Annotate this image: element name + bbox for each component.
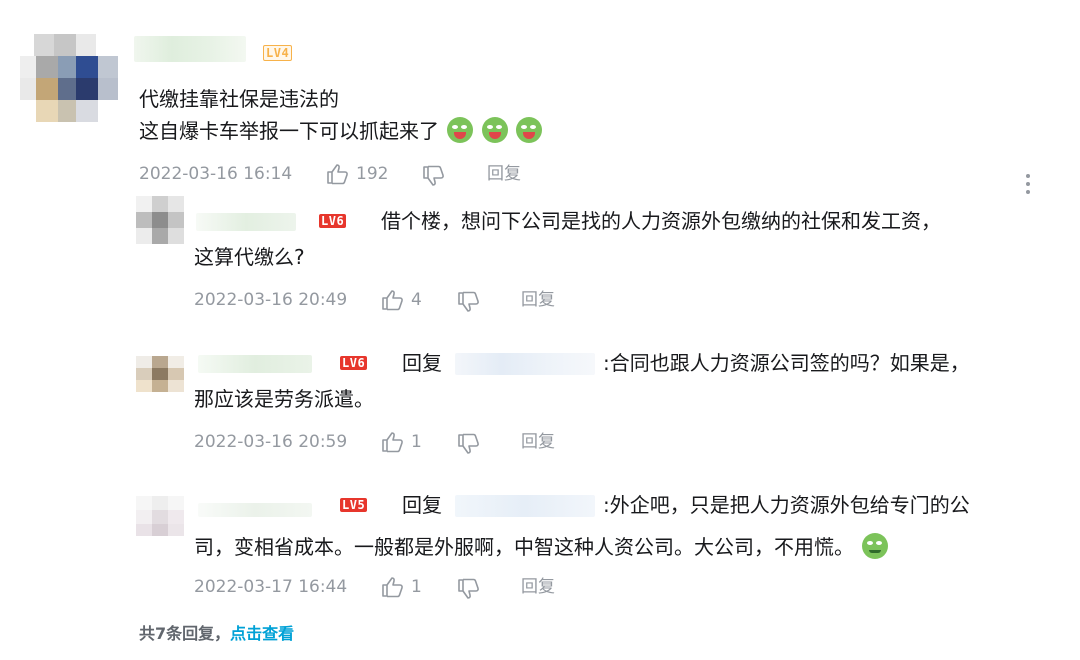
thumbs-up-icon: [327, 164, 348, 185]
reply-prefix: 回复: [402, 351, 442, 375]
level-badge: LV6: [319, 214, 347, 228]
sick-face-emoji: [516, 117, 543, 143]
reply-text-line-1: :合同也跟人力资源公司签的吗？如果是，: [603, 351, 970, 375]
like-count: 1: [411, 577, 422, 597]
like-count: 192: [356, 164, 389, 184]
view-replies-link[interactable]: 点击查看: [230, 624, 294, 643]
reply-label: 回复: [521, 432, 555, 452]
reply-date: 2022-03-17 16:44: [194, 577, 347, 597]
reply-date-text: 2022-03-17 16:44: [194, 577, 348, 597]
reply-button[interactable]: 回复: [487, 164, 521, 184]
thumbs-up-icon: [382, 432, 403, 453]
reply-avatar[interactable]: [136, 196, 184, 244]
reply-button[interactable]: 回复: [521, 432, 555, 452]
thumbs-up-icon: [382, 577, 403, 598]
commenter-avatar[interactable]: [20, 34, 118, 122]
reply-label: 回复: [521, 290, 555, 310]
level-badge: LV5: [340, 498, 368, 512]
dislike-button[interactable]: [457, 291, 481, 313]
reply-username-blurred[interactable]: [198, 355, 312, 373]
comment-text-line-1: 代缴挂靠社保是违法的: [139, 87, 339, 111]
thumbs-up-icon: [382, 290, 403, 311]
like-button[interactable]: 192: [326, 163, 388, 185]
thumbs-down-icon: [423, 165, 444, 186]
like-count: 1: [411, 432, 422, 452]
replies-summary: 共7条回复，点击查看: [139, 620, 294, 644]
reply-date-text: 2022-03-16 20:59: [194, 432, 348, 452]
reply-button[interactable]: 回复: [521, 577, 555, 597]
comment-date-text: 2022-03-16 16:14: [139, 164, 293, 184]
sick-face-emoji: [447, 117, 474, 143]
reply-text-line-2: 司，变相省成本。一般都是外服啊，中智这种人资公司。大公司，不用慌。: [194, 526, 889, 568]
mentioned-user-blurred[interactable]: [455, 353, 595, 375]
commenter-username-blurred[interactable]: [134, 36, 246, 62]
reply-avatar[interactable]: [136, 356, 184, 392]
reply-date: 2022-03-16 20:59: [194, 432, 347, 452]
thumbs-down-icon: [458, 291, 479, 312]
reply-text-line-1: :外企吧，只是把人力资源外包给专门的公: [603, 493, 970, 517]
level-badge: LV6: [340, 356, 368, 370]
reply-prefix: 回复: [402, 493, 442, 517]
reply-username-blurred[interactable]: [198, 503, 312, 517]
dislike-button[interactable]: [422, 165, 446, 187]
like-count: 4: [411, 290, 422, 310]
reply-button[interactable]: 回复: [521, 290, 555, 310]
like-button[interactable]: 1: [381, 431, 422, 453]
reply-avatar[interactable]: [136, 496, 184, 536]
comment-text-line-2-text: 这自爆卡车举报一下可以抓起来了: [139, 119, 439, 143]
reply-text-line-2: 这算代缴么?: [194, 245, 305, 269]
comment-text-line-2: 这自爆卡车举报一下可以抓起来了: [139, 114, 543, 148]
thumbs-down-icon: [458, 578, 479, 599]
level-badge: LV4: [263, 45, 293, 61]
dislike-button[interactable]: [457, 578, 481, 600]
mentioned-user-blurred[interactable]: [455, 495, 595, 517]
reply-text-line-2: 那应该是劳务派遣。: [194, 387, 374, 411]
like-button[interactable]: 1: [381, 576, 422, 598]
thumbs-down-icon: [458, 433, 479, 454]
smirk-face-emoji: [862, 533, 889, 559]
sick-face-emoji: [481, 117, 508, 143]
reply-text-line-1: 借个楼，想问下公司是找的人力资源外包缴纳的社保和发工资，: [381, 209, 941, 233]
reply-date-text: 2022-03-16 20:49: [194, 290, 348, 310]
reply-label: 回复: [487, 164, 521, 184]
like-button[interactable]: 4: [381, 289, 422, 311]
reply-username-blurred[interactable]: [196, 213, 296, 231]
dislike-button[interactable]: [457, 433, 481, 455]
reply-label: 回复: [521, 577, 555, 597]
more-options-icon[interactable]: [1026, 174, 1030, 198]
comment-date: 2022-03-16 16:14: [139, 164, 292, 184]
reply-count-text: 共7条回复，: [139, 624, 231, 643]
reply-text-line-2-text: 司，变相省成本。一般都是外服啊，中智这种人资公司。大公司，不用慌。: [194, 535, 854, 559]
reply-date: 2022-03-16 20:49: [194, 290, 347, 310]
